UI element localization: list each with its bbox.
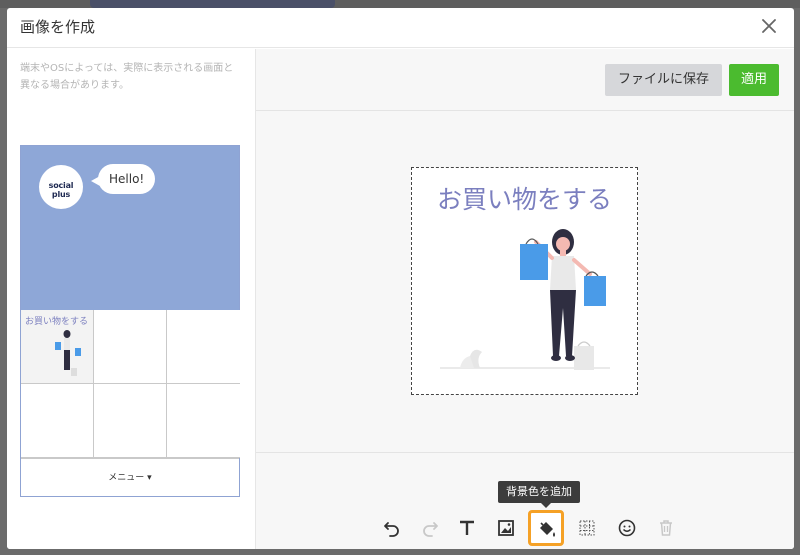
emoji-icon[interactable] [609,510,645,546]
rich-menu-cell[interactable] [167,310,240,384]
shopping-woman-illustration[interactable] [440,228,610,378]
rich-menu-cell[interactable]: お買い物をする [21,310,94,384]
editor-panel: ファイルに保存 適用 お買い物をする 背景色を追加 [255,49,794,549]
trash-icon[interactable] [648,510,684,546]
image-icon[interactable] [488,510,524,546]
close-icon[interactable] [758,15,780,37]
rich-menu-cell[interactable] [167,384,240,458]
paint-bucket-icon[interactable] [528,510,564,546]
editor-topbar: ファイルに保存 適用 [256,49,794,111]
chat-bubble: Hello! [98,164,156,194]
image-canvas[interactable]: お買い物をする [411,167,638,395]
avatar-logo-text: social plus [48,181,74,199]
phone-preview: social plus Hello! お買い物をする メニュー ▾ [20,145,240,497]
shopping-illustration-thumb [55,330,81,376]
avatar: social plus [39,165,83,209]
tooltip: 背景色を追加 [498,481,580,503]
preview-notice: 端末やOSによっては、実際に表示される画面と異なる場合があります。 [20,63,234,91]
tooltip-arrow [541,503,551,508]
apply-button[interactable]: 適用 [729,64,779,96]
undo-icon[interactable] [374,510,410,546]
canvas-area: お買い物をする [256,112,794,452]
rich-menu-cell[interactable] [21,384,94,458]
rich-menu-cell-label: お買い物をする [25,317,89,327]
menu-toggle[interactable]: メニュー ▾ [21,458,239,496]
create-image-modal: 画像を作成 端末やOSによっては、実際に表示される画面と異なる場合があります。 … [7,8,794,549]
rich-menu-cell[interactable] [94,384,167,458]
canvas-title-text[interactable]: お買い物をする [412,180,637,216]
save-to-file-button[interactable]: ファイルに保存 [605,64,722,96]
editor-toolbar: 背景色を追加 [256,452,794,549]
rich-menu-cell[interactable] [94,310,167,384]
text-icon[interactable] [449,510,485,546]
backdrop-card [90,0,335,8]
chat-background: social plus Hello! [21,146,239,310]
rich-menu-grid: お買い物をする [21,310,240,458]
redo-icon[interactable] [412,510,448,546]
modal-header: 画像を作成 [7,8,794,48]
grid-icon[interactable] [569,510,605,546]
modal-title: 画像を作成 [20,18,96,36]
